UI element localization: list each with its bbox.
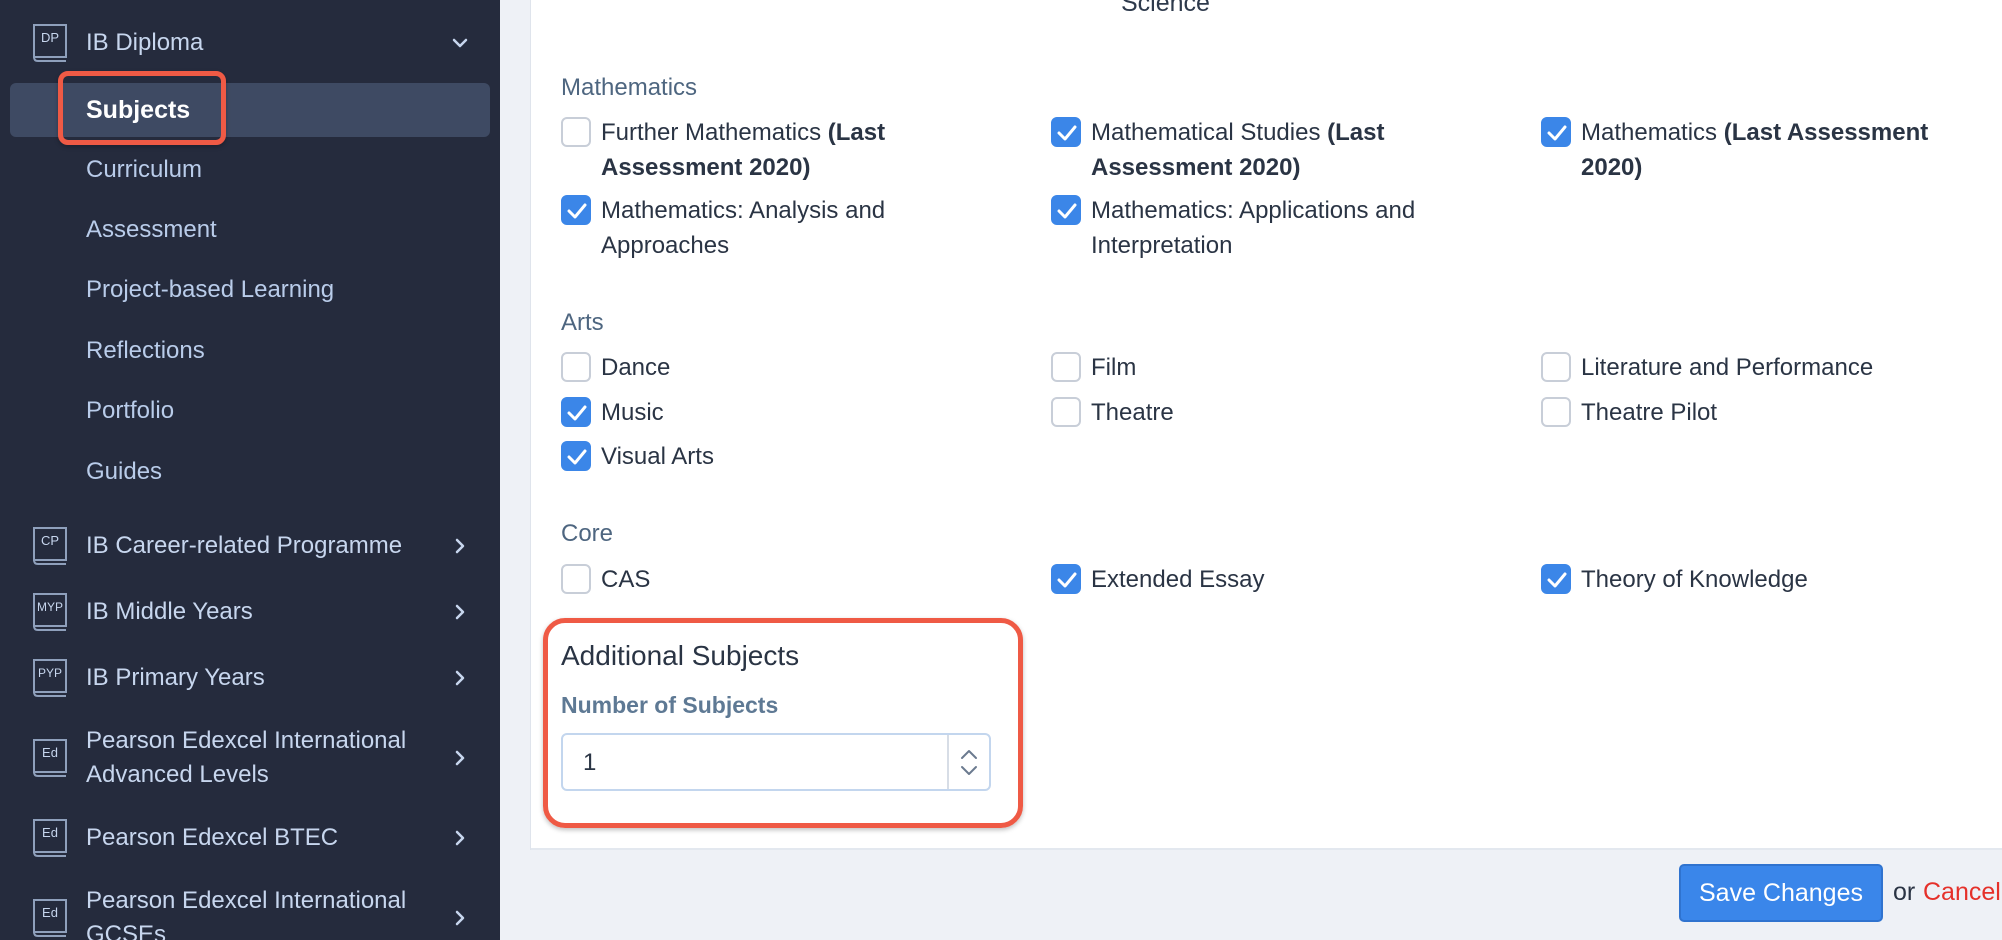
sidebar-item-label: IB Primary Years: [86, 664, 265, 691]
subject-name: Theory of Knowledge: [1581, 566, 1808, 593]
section-title-arts: Arts: [561, 309, 604, 336]
sidebar-item-label: Pearson Edexcel BTEC: [86, 824, 339, 851]
chevron-right-icon: [455, 830, 465, 846]
sidebar-item-assessment[interactable]: Assessment: [86, 215, 217, 245]
checkbox-box[interactable]: [1051, 397, 1081, 427]
save-changes-button[interactable]: Save Changes: [1679, 864, 1883, 922]
chevron-right-icon: [455, 910, 465, 926]
subjects-form-card: Science Mathematics Further Mathematics …: [530, 0, 2002, 922]
sidebar-item-ib-middle-years[interactable]: MYP IB Middle Years: [0, 590, 500, 634]
book-icon: DP: [33, 24, 67, 62]
subject-name: Mathematics: Applications and Interpreta…: [1091, 197, 1416, 259]
checkbox-box[interactable]: [561, 397, 591, 427]
svg-text:CP: CP: [41, 533, 59, 548]
book-icon: Ed: [33, 899, 67, 937]
sidebar-item-ib-career-related[interactable]: CP IB Career-related Programme: [0, 524, 500, 568]
checkbox-box[interactable]: [1051, 117, 1081, 147]
annotation-highlight-subjects: [58, 71, 226, 145]
checkbox-box[interactable]: [561, 117, 591, 147]
checkbox-box[interactable]: [1541, 564, 1571, 594]
sidebar-item-portfolio[interactable]: Portfolio: [86, 396, 174, 426]
svg-text:Ed: Ed: [42, 825, 58, 840]
checkbox-box[interactable]: [1051, 195, 1081, 225]
chevron-down-icon: [452, 38, 468, 48]
checkbox-box[interactable]: [561, 352, 591, 382]
check-icon: [1057, 203, 1077, 219]
checkbox-box[interactable]: [1051, 564, 1081, 594]
sidebar-item-guides[interactable]: Guides: [86, 457, 162, 487]
check-icon: [567, 203, 587, 219]
chevron-right-icon: [455, 538, 465, 554]
check-icon: [1547, 572, 1567, 588]
subject-name: Music: [601, 399, 664, 426]
sidebar-item-ib-primary-years[interactable]: PYP IB Primary Years: [0, 656, 500, 700]
checkbox-box[interactable]: [561, 195, 591, 225]
book-icon: CP: [33, 527, 67, 565]
subject-name: CAS: [601, 566, 651, 593]
svg-text:MYP: MYP: [37, 600, 63, 614]
svg-text:DP: DP: [41, 30, 59, 45]
subject-name: Extended Essay: [1091, 566, 1265, 593]
subject-name: Visual Arts: [601, 443, 714, 470]
cancel-link[interactable]: Cancel: [1923, 877, 2001, 907]
book-icon: MYP: [33, 593, 67, 631]
book-icon: Ed: [33, 739, 67, 777]
book-icon: PYP: [33, 659, 67, 697]
checkbox-box[interactable]: [561, 441, 591, 471]
chevron-right-icon: [455, 670, 465, 686]
checkbox-box[interactable]: [1541, 352, 1571, 382]
subject-name: Mathematical Studies: [1091, 119, 1321, 146]
section-title-mathematics: Mathematics: [561, 74, 698, 101]
checkbox-box[interactable]: [1541, 117, 1571, 147]
check-icon: [1547, 125, 1567, 141]
annotation-highlight-additional-subjects: [543, 618, 1023, 828]
chevron-right-icon: [455, 604, 465, 620]
checkbox-box[interactable]: [1541, 397, 1571, 427]
sidebar-item-label: IB Career-related Programme: [86, 532, 403, 559]
subject-name: Film: [1091, 354, 1137, 381]
sidebar: DP IB Diploma Subjects Curriculum Assess…: [0, 0, 500, 940]
subject-name: Theatre: [1091, 399, 1174, 426]
sidebar-item-label: Pearson Edexcel International Advanced L…: [86, 727, 407, 788]
check-icon: [1057, 125, 1077, 141]
sidebar-item-label: IB Diploma: [86, 29, 204, 56]
cut-off-label: Science: [1121, 0, 1210, 17]
svg-text:Ed: Ed: [42, 905, 58, 920]
main-panel: Science Mathematics Further Mathematics …: [500, 0, 2002, 940]
checkbox-box[interactable]: [561, 564, 591, 594]
svg-text:PYP: PYP: [38, 666, 62, 680]
check-icon: [567, 449, 587, 465]
section-title-core: Core: [561, 520, 614, 547]
check-icon: [567, 405, 587, 421]
subject-name: Theatre Pilot: [1581, 399, 1718, 426]
chevron-right-icon: [455, 750, 465, 766]
check-icon: [1057, 572, 1077, 588]
sidebar-item-pearson-igcse[interactable]: Ed Pearson Edexcel International GCSEs: [0, 882, 500, 940]
sidebar-item-reflections[interactable]: Reflections: [86, 336, 205, 366]
subject-name: Mathematics: [1581, 119, 1718, 146]
subject-name: Mathematics: Analysis and Approaches: [601, 197, 886, 259]
or-text: or: [1893, 878, 1916, 906]
sidebar-item-ib-diploma[interactable]: DP IB Diploma: [0, 21, 500, 65]
footer-divider: [531, 848, 2002, 850]
subject-name: Further Mathematics: [601, 119, 822, 146]
sidebar-item-label: Pearson Edexcel International GCSEs: [86, 887, 407, 940]
subject-name: Dance: [601, 354, 671, 381]
checkbox-box[interactable]: [1051, 352, 1081, 382]
subject-name: Literature and Performance: [1581, 354, 1874, 381]
sidebar-item-curriculum[interactable]: Curriculum: [86, 155, 202, 185]
book-icon: Ed: [33, 819, 67, 857]
sidebar-item-pearson-ial[interactable]: Ed Pearson Edexcel International Advance…: [0, 722, 500, 794]
sidebar-item-label: IB Middle Years: [86, 598, 253, 625]
sidebar-item-project-based-learning[interactable]: Project-based Learning: [86, 275, 334, 305]
sidebar-item-pearson-btec[interactable]: Ed Pearson Edexcel BTEC: [0, 816, 500, 860]
svg-text:Ed: Ed: [42, 745, 58, 760]
